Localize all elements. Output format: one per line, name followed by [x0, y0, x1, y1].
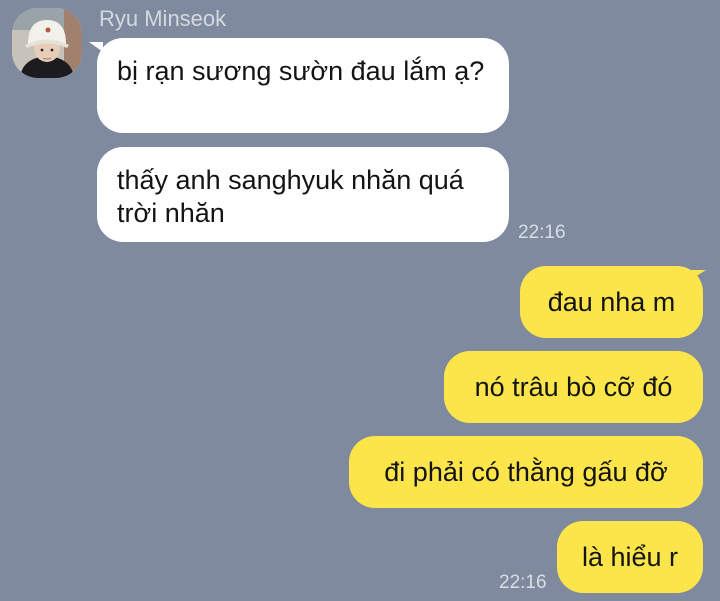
- outgoing-timestamp: 22:16: [499, 572, 547, 593]
- incoming-message[interactable]: bị rạn sương sườn đau lắm ạ?: [97, 38, 509, 133]
- sender-name: Ryu Minseok: [99, 6, 227, 31]
- incoming-timestamp: 22:16: [518, 222, 566, 243]
- message-text: thấy anh sanghyuk nhăn quá trời nhăn: [117, 165, 464, 228]
- avatar-image: [12, 8, 82, 78]
- outgoing-message[interactable]: nó trâu bò cỡ đó: [444, 351, 703, 423]
- message-text: đau nha m: [547, 286, 676, 317]
- message-text: nó trâu bò cỡ đó: [474, 371, 673, 402]
- message-text: đi phải có thằng gấu đỡ: [384, 456, 668, 487]
- avatar[interactable]: [12, 8, 82, 78]
- outgoing-message[interactable]: là hiểu r: [557, 521, 703, 593]
- message-text: bị rạn sương sườn đau lắm ạ?: [117, 56, 485, 86]
- outgoing-message[interactable]: đi phải có thằng gấu đỡ: [349, 436, 703, 508]
- outgoing-message[interactable]: đau nha m: [520, 266, 703, 338]
- incoming-message[interactable]: thấy anh sanghyuk nhăn quá trời nhăn: [97, 147, 509, 242]
- message-text: là hiểu r: [581, 541, 679, 572]
